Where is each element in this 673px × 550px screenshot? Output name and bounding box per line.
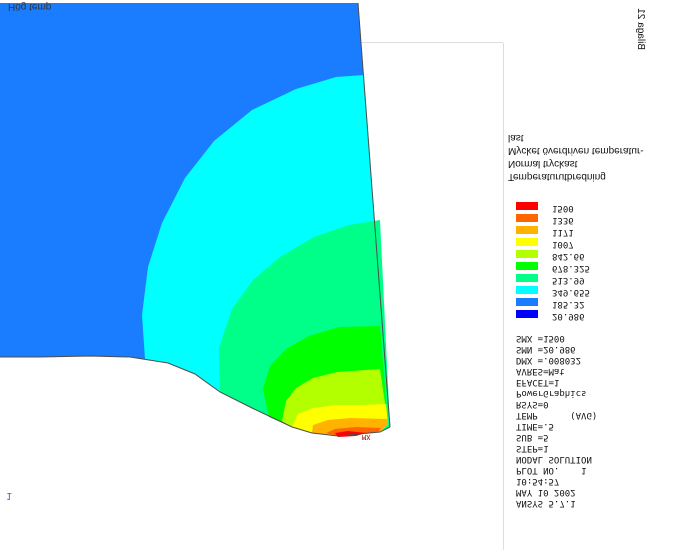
ansys-info-smn: SMN =20.986 xyxy=(516,344,576,354)
legend-swatch-185-32 xyxy=(516,298,538,306)
page-label: Bilaga 21 xyxy=(635,8,646,50)
ansys-info-time-value: TIME=.5 xyxy=(516,421,554,431)
legend-label-20-986: 20.986 xyxy=(552,311,585,321)
max-marker: MX xyxy=(362,433,371,441)
legend-swatch-1336 xyxy=(516,214,538,222)
ansys-info-sub: SUB =5 xyxy=(516,432,549,442)
mirrored-ansys-screen: MX Hög temp 1 ANSYS 5.7.1 MAY 10 2002 10… xyxy=(0,0,673,550)
corner-mark: 1 xyxy=(6,490,13,501)
description-line-3: Mycket överdriven temperatur- xyxy=(508,145,644,156)
legend-label-1500: 1500 xyxy=(552,203,574,213)
description-line-1: Temperaturutbredning xyxy=(508,171,606,182)
legend-swatch-349-655 xyxy=(516,286,538,294)
legend-label-1336: 1336 xyxy=(552,215,574,225)
legend-label-842-66: 842.66 xyxy=(552,251,585,261)
plot-viewport: MX Hög temp 1 ANSYS 5.7.1 MAY 10 2002 10… xyxy=(0,0,673,550)
ansys-info-smx: SMX =1500 xyxy=(516,333,565,343)
description-line-2: Normal tryckast xyxy=(508,158,578,169)
ansys-info-title: ANSYS 5.7.1 xyxy=(516,498,576,508)
viewport-label: Hög temp xyxy=(8,1,52,12)
legend-label-678-325: 678.325 xyxy=(552,263,590,273)
ansys-info-plot-no: PLOT NO. 1 xyxy=(516,465,587,475)
ansys-info-avres: AVRES=Mat xyxy=(516,366,565,376)
legend-swatch-1171 xyxy=(516,226,538,234)
legend-swatch-842-66 xyxy=(516,250,538,258)
legend-label-185-32: 185.32 xyxy=(552,299,585,309)
ansys-info-efacet: EFACET=1 xyxy=(516,377,560,387)
ansys-info-rsys: RSYS=0 xyxy=(516,399,549,409)
legend-swatch-513-99 xyxy=(516,274,538,282)
legend-label-349-655: 349.655 xyxy=(552,287,590,297)
description-line-4: last xyxy=(508,132,524,143)
ansys-info-temp: TEMP (AVG) xyxy=(516,410,598,420)
legend-label-513-99: 513.99 xyxy=(552,275,585,285)
ansys-info-date: MAY 10 2002 xyxy=(516,487,576,497)
ansys-info-solution: NODAL SOLUTION xyxy=(516,454,592,464)
ansys-info-dmx: DMX =.008032 xyxy=(516,355,582,365)
legend-label-1007: 1007 xyxy=(552,239,574,249)
legend-label-1171: 1171 xyxy=(552,227,574,237)
legend-swatch-1007 xyxy=(516,238,538,246)
legend-swatch-678-325 xyxy=(516,262,538,270)
ansys-info-time: 10:54:57 xyxy=(516,476,560,486)
ansys-info-graphics: PowerGraphics xyxy=(516,388,587,398)
legend-swatch-1500 xyxy=(516,202,538,210)
legend-swatch-20-986 xyxy=(516,310,538,318)
ansys-info-step: STEP=1 xyxy=(516,443,549,453)
